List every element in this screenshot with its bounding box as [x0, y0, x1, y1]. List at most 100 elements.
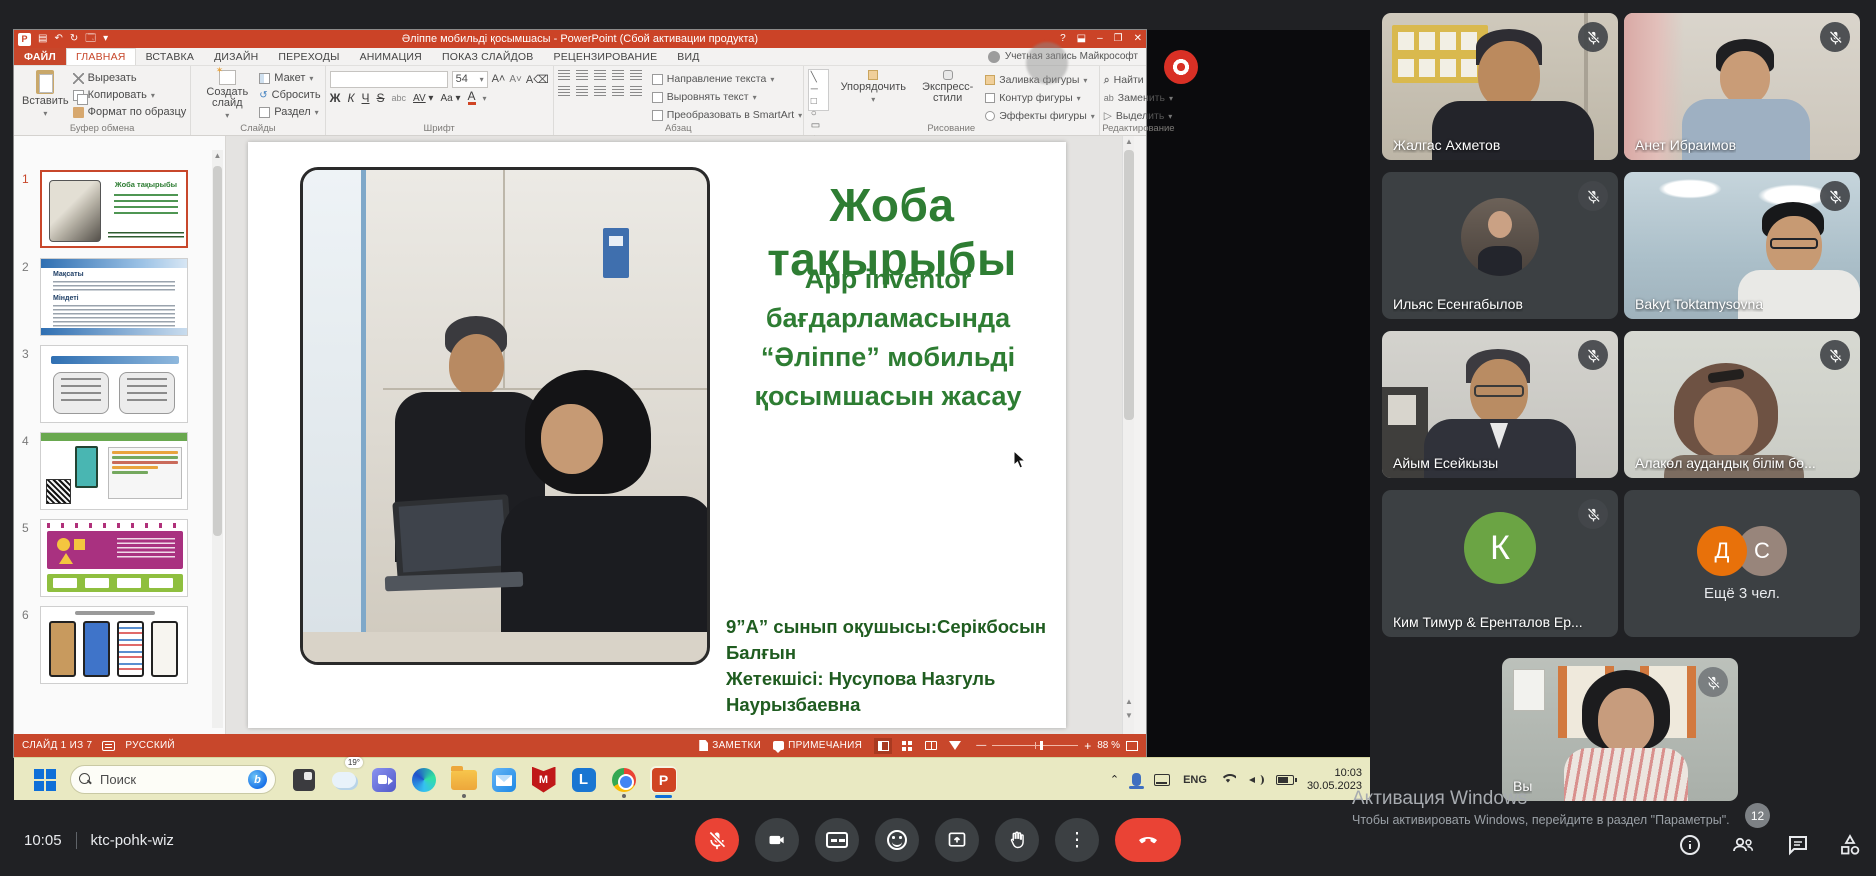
zoom-out-icon[interactable]: —	[976, 740, 986, 751]
reading-view-button[interactable]	[922, 738, 940, 754]
slide-scrollbar[interactable]: ▲ ▲ ▼	[1122, 136, 1134, 734]
clear-format-icon[interactable]: A⌫	[526, 73, 549, 86]
zoom-slider[interactable]	[992, 745, 1078, 746]
fit-slide-icon[interactable]	[1126, 741, 1138, 751]
font-size-input[interactable]: 54▾	[452, 71, 488, 88]
text-direction-button[interactable]: Направление текста▾	[652, 71, 802, 87]
shape-effects-button[interactable]: Эффекты фигуры▾	[985, 108, 1095, 124]
previous-slide-icon[interactable]: ▲	[1123, 696, 1135, 708]
shrink-font-icon[interactable]: A˅	[509, 74, 522, 85]
slide-thumbnail-5[interactable]	[40, 519, 188, 597]
quick-styles-button[interactable]: Экспресс-стили	[918, 69, 977, 117]
tab-slideshow[interactable]: ПОКАЗ СЛАЙДОВ	[432, 48, 544, 65]
copy-button[interactable]: Копировать▾	[73, 87, 187, 103]
start-button[interactable]	[34, 769, 56, 791]
chrome-app-icon[interactable]	[610, 766, 637, 793]
tab-review[interactable]: РЕЦЕНЗИРОВАНИЕ	[544, 48, 668, 65]
language-label[interactable]: РУССКИЙ	[125, 740, 175, 751]
tab-insert[interactable]: ВСТАВКА	[136, 48, 204, 65]
slide-thumbnail-6[interactable]	[40, 606, 188, 684]
slide-thumbnail-1[interactable]: Жоба тақырыбы	[40, 170, 188, 248]
zoom-level[interactable]: 88 %	[1097, 740, 1120, 751]
current-slide[interactable]: Жоба тақырыбы App inventor бағдарламасын…	[248, 142, 1066, 728]
tray-touchpad-icon[interactable]	[1154, 774, 1170, 786]
weather-app-icon[interactable]: 19°	[330, 766, 357, 793]
close-button[interactable]: ✕	[1134, 31, 1142, 47]
help-button[interactable]: ?	[1060, 31, 1066, 47]
cut-button[interactable]: Вырезать	[73, 70, 187, 86]
justify-icon[interactable]	[612, 86, 624, 96]
select-button[interactable]: ▷Выделить▾	[1104, 108, 1173, 124]
tab-file[interactable]: ФАЙЛ	[14, 48, 66, 65]
comments-button[interactable]: ПРИМЕЧАНИЯ	[773, 740, 862, 751]
captions-button[interactable]	[815, 818, 859, 862]
participant-tile[interactable]: Алакөл аудандық білім бө...	[1624, 331, 1860, 478]
mcafee-app-icon[interactable]: M	[530, 766, 557, 793]
participant-tile[interactable]: Ильяс Есенгабылов	[1382, 172, 1618, 319]
tab-view[interactable]: ВИД	[667, 48, 709, 65]
widgets-app-icon[interactable]	[290, 766, 317, 793]
restore-button[interactable]: ❐	[1114, 31, 1123, 47]
overflow-tile[interactable]: Д С Ещё 3 чел.	[1624, 490, 1860, 637]
participant-tile[interactable]: Айым Есейкызы	[1382, 331, 1618, 478]
columns-icon[interactable]	[630, 86, 642, 96]
reactions-button[interactable]	[875, 818, 919, 862]
more-options-button[interactable]: ⋮	[1055, 818, 1099, 862]
bold-button[interactable]: Ж	[330, 91, 341, 105]
camera-button[interactable]	[755, 818, 799, 862]
align-text-button[interactable]: Выровнять текст▾	[652, 89, 802, 105]
shape-outline-button[interactable]: Контур фигуры▾	[985, 90, 1095, 106]
participant-tile[interactable]: К Ким Тимур & Еренталов Ер...	[1382, 490, 1618, 637]
slide-thumbnail-3[interactable]	[40, 345, 188, 423]
mute-button[interactable]	[695, 818, 739, 862]
normal-view-button[interactable]	[874, 738, 892, 754]
section-button[interactable]: Раздел▾	[259, 104, 320, 120]
new-slide-button[interactable]: Создать слайд▾	[195, 69, 259, 121]
mail-app-icon[interactable]	[490, 766, 517, 793]
arrange-button[interactable]: Упорядочить▾	[837, 69, 910, 117]
font-color-button[interactable]: А	[468, 91, 476, 105]
numbering-icon[interactable]	[576, 70, 588, 80]
find-button[interactable]: ⌕Найти	[1104, 72, 1173, 88]
explorer-app-icon[interactable]	[450, 766, 477, 793]
zoom-in-icon[interactable]: +	[1084, 739, 1091, 753]
tray-expand-icon[interactable]: ⌃	[1110, 773, 1119, 786]
format-painter-button[interactable]: Формат по образцу	[73, 104, 187, 120]
present-button[interactable]	[935, 818, 979, 862]
line-spacing-icon[interactable]	[630, 70, 642, 80]
self-tile[interactable]: Вы	[1502, 658, 1738, 801]
next-slide-icon[interactable]: ▼	[1123, 710, 1135, 722]
smartart-button[interactable]: Преобразовать в SmartArt▾	[652, 107, 802, 123]
align-left-icon[interactable]	[558, 86, 570, 96]
minimize-button[interactable]: –	[1097, 31, 1103, 47]
change-case-button[interactable]: Aa ▾	[440, 93, 460, 104]
tab-home[interactable]: ГЛАВНАЯ	[66, 48, 136, 65]
underline-button[interactable]: Ч	[362, 91, 370, 105]
strike-button[interactable]: S	[377, 91, 385, 105]
slide-sorter-view-button[interactable]	[898, 738, 916, 754]
input-language[interactable]: ENG	[1183, 774, 1207, 786]
tab-animation[interactable]: АНИМАЦИЯ	[350, 48, 432, 65]
notes-button[interactable]: ЗАМЕТКИ	[699, 740, 761, 751]
info-button[interactable]	[1678, 833, 1702, 857]
powerpoint-app-icon[interactable]: P	[650, 766, 677, 793]
bullets-icon[interactable]	[558, 70, 570, 80]
grow-font-icon[interactable]: A˄	[492, 73, 506, 85]
end-call-button[interactable]	[1115, 818, 1181, 862]
taskbar-search-input[interactable]: Поиск b	[70, 765, 276, 794]
battery-icon[interactable]	[1276, 775, 1294, 785]
slide-thumbnail-4[interactable]	[40, 432, 188, 510]
layout-button[interactable]: Макет▾	[259, 70, 320, 86]
tab-design[interactable]: ДИЗАЙН	[204, 48, 268, 65]
chat-button[interactable]	[1786, 833, 1810, 857]
activities-button[interactable]	[1838, 833, 1862, 857]
tray-mic-icon[interactable]	[1132, 773, 1141, 786]
indent-decrease-icon[interactable]	[594, 70, 606, 80]
align-right-icon[interactable]	[594, 86, 606, 96]
tab-transitions[interactable]: ПЕРЕХОДЫ	[268, 48, 349, 65]
scroll-up-icon[interactable]: ▲	[212, 150, 223, 162]
participant-tile[interactable]: Жалгас Ахметов	[1382, 13, 1618, 160]
char-spacing-button[interactable]: AV ▾	[413, 93, 433, 104]
volume-icon[interactable]	[1249, 774, 1263, 786]
office-app-icon[interactable]: L	[570, 766, 597, 793]
